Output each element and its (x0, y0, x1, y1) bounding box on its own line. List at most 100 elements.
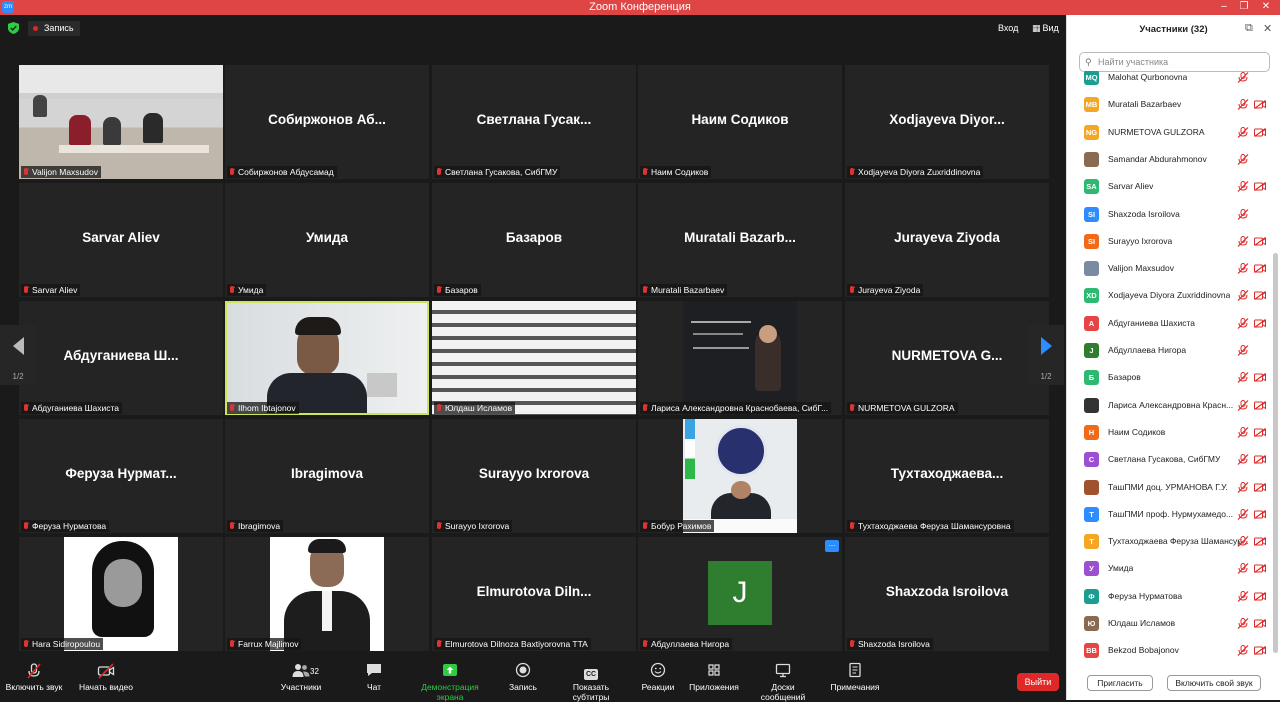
participant-video-tile[interactable]: Farrux Majlimov (225, 537, 429, 651)
participant-label: Ibragimova (227, 520, 284, 532)
close-window-icon[interactable]: ✕ (1258, 0, 1274, 14)
participant-name: Тухтаходжаева... (890, 466, 1004, 481)
participant-name: Феруза Нурмат... (65, 466, 177, 481)
reactions-button[interactable]: Реакции (640, 662, 676, 692)
participant-video-tile[interactable]: Xodjayeva Diyor... Xodjayeva Diyora Zuxri… (845, 65, 1049, 179)
participant-video-tile[interactable]: Elmurotova Diln... Elmurotova Dilnoza Bax… (432, 537, 636, 651)
participant-name: Базаров (1108, 372, 1141, 383)
participant-name: Valijon Maxsudov (1108, 263, 1174, 274)
chat-button[interactable]: Чат (360, 662, 388, 692)
minimize-icon[interactable]: – (1216, 0, 1232, 14)
participant-row[interactable]: С Светлана Гусакова, СибГМУ (1067, 446, 1271, 473)
participant-row[interactable]: J Абдуллаева Нигора (1067, 337, 1271, 364)
participant-row[interactable]: BB Bekzod Bobajonov (1067, 637, 1271, 664)
security-shield-icon[interactable] (8, 22, 19, 34)
participant-row[interactable]: А Абдуганиева Шахиста (1067, 310, 1271, 337)
participant-row[interactable]: Б Базаров (1067, 364, 1271, 391)
participant-list[interactable]: MQ Malohat Qurbonovna MB Muratali Bazarbaev… (1067, 71, 1271, 665)
recording-indicator[interactable]: Запись (28, 21, 80, 36)
participant-row[interactable]: Т ТашПМИ проф. Нурмухамедо... (1067, 501, 1271, 528)
participant-row[interactable]: ТашПМИ доц. УРМАНОВА Г.У. (1067, 474, 1271, 501)
participant-video-tile[interactable]: Собиржонов Аб... Собиржонов Абдусамад (225, 65, 429, 179)
participants-button[interactable]: 32 Участники (274, 662, 328, 692)
participant-video-tile[interactable]: Hara Sidiropoulou (19, 537, 223, 651)
participant-video-tile[interactable]: Ibragimova Ibragimova (225, 419, 429, 533)
participant-list-scrollbar[interactable] (1272, 73, 1279, 663)
participant-video-tile[interactable]: Базаров Базаров (432, 183, 636, 297)
popout-icon[interactable]: ⧉ (1245, 22, 1253, 35)
participant-row[interactable]: Ф Феруза Нурматова (1067, 583, 1271, 610)
participant-name: Sarvar Aliev (1108, 181, 1154, 192)
avatar: А (1084, 315, 1099, 331)
participant-row[interactable]: SA Sarvar Aliev (1067, 173, 1271, 200)
mic-muted-icon (1237, 508, 1249, 520)
participant-row[interactable]: Т Тухтаходжаева Феруза Шамансур... (1067, 528, 1271, 555)
enter-button[interactable]: Вход (998, 23, 1018, 33)
participant-row[interactable]: SI Shaxzoda Isroilova (1067, 201, 1271, 228)
participant-video-tile[interactable]: Sarvar Aliev Sarvar Aliev (19, 183, 223, 297)
previous-page-button[interactable]: 1/2 (0, 325, 36, 385)
participant-label: Феруза Нурматова (21, 520, 110, 532)
participant-row[interactable]: SI Surayyo Ixrorova (1067, 228, 1271, 255)
participant-name: Malohat Qurbonovna (1108, 72, 1188, 82)
leave-button[interactable]: Выйти (1017, 673, 1059, 691)
participant-name: Muratali Bazarbaev (1108, 99, 1182, 110)
whiteboards-button[interactable]: Доски сообщений (748, 662, 818, 702)
invite-button[interactable]: Пригласить (1087, 675, 1153, 691)
mic-muted-icon (1237, 399, 1249, 411)
chevron-right-icon (1041, 337, 1052, 355)
participant-video-tile[interactable]: Юлдаш Исламов (432, 301, 636, 415)
participant-video-tile[interactable]: Умида Умида (225, 183, 429, 297)
apps-button[interactable]: Приложения (688, 662, 740, 692)
more-options-button[interactable]: ... (825, 540, 839, 552)
avatar: Б (1084, 370, 1099, 386)
participant-row[interactable]: Ю Юлдаш Исламов (1067, 610, 1271, 637)
participant-row[interactable]: Samandar Abdurahmonov (1067, 146, 1271, 173)
participant-row[interactable]: Valijon Maxsudov (1067, 255, 1271, 282)
participant-video-tile[interactable]: Абдуганиева Ш... Абдуганиева Шахиста (19, 301, 223, 415)
participant-label: Elmurotova Dilnoza Baxtiyorovna TTA (434, 638, 591, 650)
avatar: Н (1084, 424, 1099, 440)
participant-label: Hara Sidiropoulou (21, 638, 104, 650)
participant-video-tile[interactable]: Лариса Александровна Краснобаева, СибГ..… (638, 301, 842, 415)
view-button[interactable]: ▦ Вид (1032, 23, 1059, 34)
participant-label: Surayyo Ixrorova (434, 520, 513, 532)
unmute-me-button[interactable]: Включить свой звук (1167, 675, 1261, 691)
participant-video-tile[interactable]: Surayyo Ixrorova Surayyo Ixrorova (432, 419, 636, 533)
next-page-button[interactable]: 1/2 (1028, 325, 1064, 385)
avatar: SA (1084, 179, 1099, 195)
participant-row[interactable]: Лариса Александровна Красн... (1067, 392, 1271, 419)
participant-video-tile[interactable]: Ilhom Ibtajonov (225, 301, 429, 415)
participant-row[interactable]: MQ Malohat Qurbonovna (1067, 71, 1271, 91)
avatar: С (1084, 452, 1099, 468)
participant-video-tile[interactable]: Тухтаходжаева... Тухтаходжаева Феруза Шам… (845, 419, 1049, 533)
participant-video-tile[interactable]: Jurayeva Ziyoda Jurayeva Ziyoda (845, 183, 1049, 297)
participant-video-tile[interactable]: Valijon Maxsudov (19, 65, 223, 179)
participant-video-tile[interactable]: Бобур Рахимов (638, 419, 842, 533)
participant-video-tile[interactable]: Наим Содиков Наим Содиков (638, 65, 842, 179)
record-button[interactable]: Запись (505, 662, 541, 692)
participant-name: NURMETOVA G... (891, 348, 1003, 363)
participant-row[interactable]: NG NURMETOVA GULZORA (1067, 119, 1271, 146)
start-video-button[interactable]: Начать видео (76, 662, 136, 692)
participant-row[interactable]: XD Xodjayeva Diyora Zuxriddinovna (1067, 282, 1271, 309)
participant-row[interactable]: MB Muratali Bazarbaev (1067, 91, 1271, 118)
unmute-button[interactable]: Включить звук (4, 662, 64, 692)
participant-search-input[interactable]: ⚲ Найти участника (1079, 52, 1270, 72)
participant-row[interactable]: У Умида (1067, 555, 1271, 582)
participant-video-tile[interactable]: Феруза Нурмат... Феруза Нурматова (19, 419, 223, 533)
notes-icon (846, 662, 864, 680)
notes-button[interactable]: Примечания (828, 662, 882, 692)
participant-video-tile[interactable]: Muratali Bazarb... Muratali Bazarbaev (638, 183, 842, 297)
participant-video-tile[interactable]: Shaxzoda Isroilova Shaxzoda Isroilova (845, 537, 1049, 651)
participant-row[interactable]: Н Наим Содиков (1067, 419, 1271, 446)
maximize-icon[interactable]: ❐ (1236, 0, 1252, 14)
close-panel-icon[interactable]: ✕ (1263, 22, 1272, 35)
participant-video-tile[interactable]: J... Абдуллаева Нигора (638, 537, 842, 651)
share-screen-button[interactable]: Демонстрация экрана (408, 662, 492, 702)
title-bar: zm Zoom Конференция – ❐ ✕ (0, 0, 1280, 15)
participant-name: Абдуганиева Шахиста (1108, 317, 1195, 328)
participant-video-tile[interactable]: Светлана Гусак... Светлана Гусакова, СибГ… (432, 65, 636, 179)
captions-button[interactable]: CC Показать субтитры (554, 662, 628, 702)
participant-video-tile[interactable]: NURMETOVA G... NURMETOVA GULZORA (845, 301, 1049, 415)
